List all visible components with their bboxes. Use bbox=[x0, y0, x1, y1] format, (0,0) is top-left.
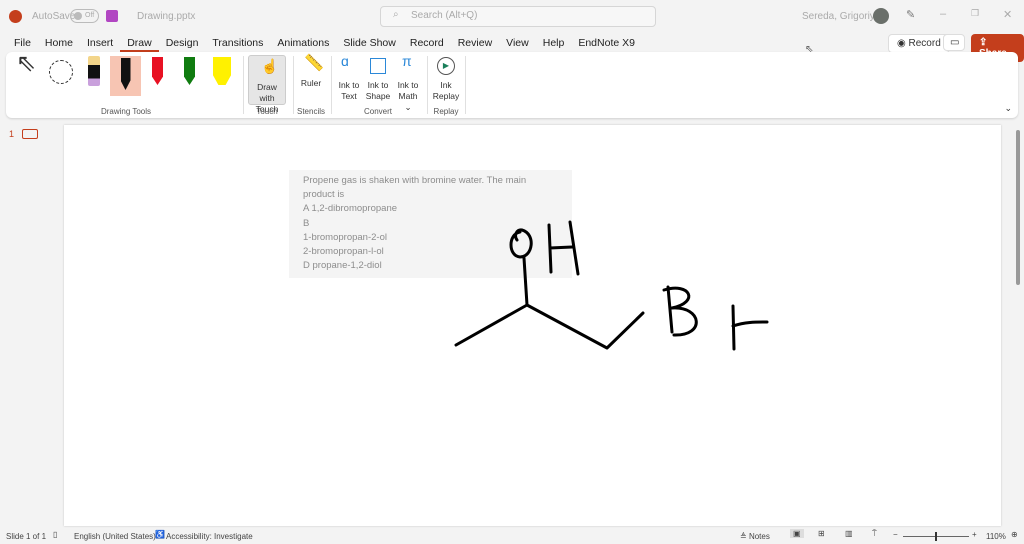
ink-bond-oh bbox=[522, 256, 529, 307]
slide-count: Slide 1 of 1 bbox=[6, 532, 47, 541]
status-bar: Slide 1 of 1 ▯ English (United States) ♿… bbox=[0, 528, 1024, 544]
accessibility-status[interactable]: Accessibility: Investigate bbox=[166, 532, 253, 541]
reading-view-icon[interactable]: ▥ bbox=[845, 529, 853, 538]
normal-view-icon[interactable]: ▣ bbox=[790, 529, 804, 538]
ink-letter-h bbox=[547, 220, 580, 276]
fit-to-window-icon[interactable]: ⊕ bbox=[1011, 530, 1018, 539]
ink-letter-r bbox=[731, 304, 769, 351]
ink-letter-b bbox=[662, 285, 698, 337]
scrollbar-thumb[interactable] bbox=[1016, 130, 1020, 285]
slide-sorter-icon[interactable]: ⊞ bbox=[818, 529, 825, 538]
notes-button[interactable]: ≜ Notes bbox=[740, 532, 770, 541]
language[interactable]: English (United States) bbox=[74, 532, 156, 541]
zoom-slider[interactable] bbox=[903, 532, 969, 541]
ink-carbon-chain bbox=[454, 303, 645, 350]
ink-letter-o bbox=[509, 228, 533, 259]
notes-label: Notes bbox=[748, 532, 770, 541]
zoom-out-button[interactable]: − bbox=[893, 530, 898, 539]
accessibility-icon: ♿ bbox=[155, 530, 165, 539]
spelling-icon[interactable]: ▯ bbox=[53, 530, 57, 539]
vertical-scrollbar[interactable] bbox=[1014, 125, 1022, 525]
slideshow-icon[interactable]: ⍑ bbox=[872, 529, 877, 539]
ink-drawing[interactable] bbox=[0, 0, 1024, 544]
zoom-in-button[interactable]: + bbox=[972, 530, 977, 539]
zoom-level[interactable]: 110% bbox=[986, 532, 1006, 541]
